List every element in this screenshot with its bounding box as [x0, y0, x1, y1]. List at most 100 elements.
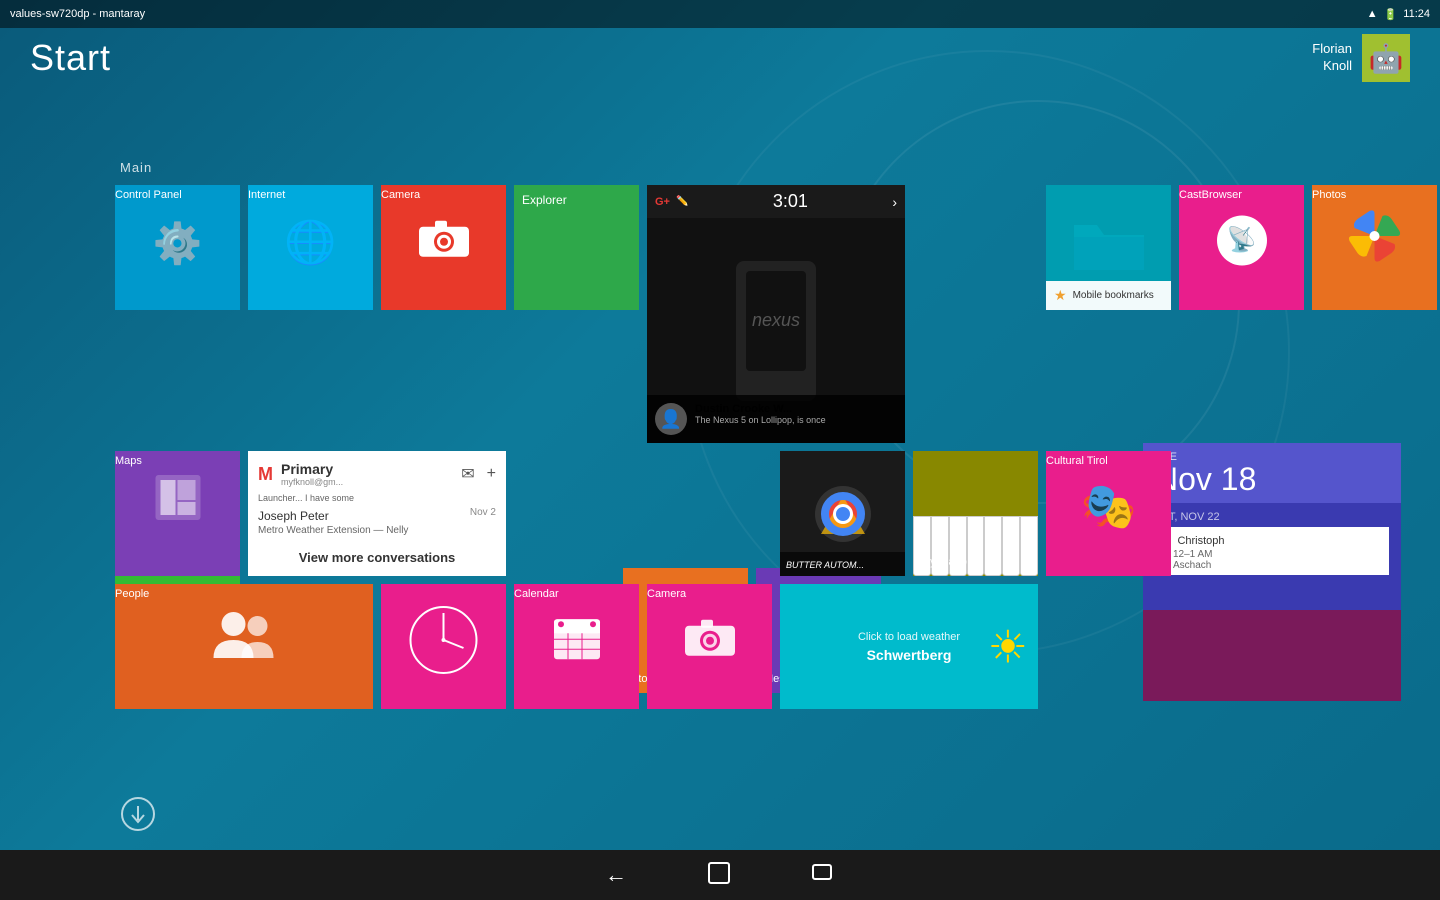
user-profile[interactable]: Florian Knoll 🤖 — [1312, 34, 1410, 82]
nexus-chevron-icon: › — [892, 194, 897, 210]
tile-nexus[interactable]: G+ ✏️ 3:01 › nexus — [647, 185, 905, 443]
view-more-conversations[interactable]: View more conversations — [258, 550, 496, 565]
tile-internet-label: Internet — [248, 189, 285, 201]
nexus-post-content: Dustin Crooke W... The Nexus 5 on Lollip… — [695, 403, 826, 425]
piano-key-6 — [1002, 516, 1020, 576]
nexus-time: 3:01 — [773, 191, 808, 212]
chrome-sublabel: BUTTER AUTOM... — [786, 560, 864, 570]
clock-icon — [406, 603, 481, 683]
nav-bar: ← — [0, 850, 1440, 900]
piano-key-4 — [967, 516, 985, 576]
nexus-avatar-img: 👤 — [660, 409, 682, 430]
tile-clock[interactable] — [381, 584, 506, 709]
nexus-avatar: 👤 — [655, 403, 687, 435]
nexus-author: Dustin Crooke W... — [695, 403, 826, 415]
tile-explorer[interactable]: Explorer — [514, 185, 639, 310]
tile-people-label: People — [115, 588, 149, 600]
clock-display: 11:24 — [1403, 8, 1430, 20]
tile-castbrowser-label: CastBrowser — [1179, 189, 1242, 201]
email-account-info: Primary myfknoll@gm... — [281, 461, 343, 487]
status-bar-left: values-sw720dp - mantaray — [10, 8, 145, 20]
tiles-grid: ⚙️ Control Panel 🌐 Internet Camera — [115, 185, 1437, 717]
tiles-row-2: Maps M Primary myfknoll@gm... ✉ + Launch… — [115, 451, 1437, 576]
piano-key-7 — [1020, 516, 1038, 576]
email-date: Nov 2 — [470, 507, 496, 518]
tile-internet[interactable]: 🌐 Internet — [248, 185, 373, 310]
battery-icon: 🔋 — [1384, 8, 1398, 21]
piano-key-5 — [984, 516, 1002, 576]
download-button[interactable] — [120, 796, 156, 840]
tile-castbrowser[interactable]: 📡 CastBrowser — [1179, 185, 1304, 310]
chrome-label-bar: BUTTER AUTOM... — [780, 552, 905, 576]
email-address: myfknoll@gm... — [281, 477, 343, 487]
tile-maps[interactable]: Maps — [115, 451, 240, 576]
recents-button[interactable] — [811, 863, 835, 888]
email-header: M Primary myfknoll@gm... ✉ + — [258, 461, 496, 487]
photos-icon — [1347, 209, 1402, 269]
nexus-span-placeholder — [514, 451, 772, 576]
people-svg-icon — [212, 608, 277, 663]
bookmarks-label: Mobile bookmarks — [1073, 290, 1154, 301]
status-bar-right: ▲ 🔋 11:24 — [1367, 8, 1430, 21]
download-icon — [120, 796, 156, 832]
calendar-icon — [552, 611, 602, 666]
tile-mypiano[interactable]: My Piano — [913, 451, 1038, 576]
nexus-screen: nexus — [746, 271, 806, 371]
nexus-post-text: The Nexus 5 on Lollipop, is once — [695, 415, 826, 425]
tile-explorer-label: Explorer — [522, 193, 567, 207]
nexus-inner: G+ ✏️ 3:01 › nexus — [647, 185, 905, 443]
tile-camera-2-label: Camera — [647, 588, 686, 600]
nexus-phone: nexus — [736, 261, 816, 401]
email-content: M Primary myfknoll@gm... ✉ + Launcher...… — [248, 451, 506, 576]
tile-spacer-col6 — [913, 185, 1038, 443]
back-button[interactable]: ← — [605, 862, 627, 888]
email-envelope-icon: ✉ — [461, 464, 474, 484]
email-add-icon: + — [487, 465, 496, 483]
nexus-edit-icon: ✏️ — [676, 196, 688, 208]
nexus-top-bar: G+ ✏️ 3:01 › — [647, 185, 905, 218]
tile-people[interactable]: People — [115, 584, 373, 709]
cast-icon-area: 📡 — [1217, 215, 1267, 265]
tile-camera-2[interactable]: Camera — [647, 584, 772, 709]
tile-cultural[interactable]: 🎭 Cultural Tirol — [1046, 451, 1171, 576]
tile-control-panel-label: Control Panel — [115, 189, 182, 201]
home-button[interactable] — [707, 861, 731, 890]
tile-control-panel[interactable]: ⚙️ Control Panel — [115, 185, 240, 310]
maps-icon — [155, 475, 200, 530]
clock-svg — [406, 603, 481, 678]
header: Start Florian Knoll 🤖 — [0, 28, 1440, 88]
tile-photos-label: Photos — [1312, 189, 1346, 201]
tile-email[interactable]: M Primary myfknoll@gm... ✉ + Launcher...… — [248, 451, 506, 576]
tile-calendar-label: Calendar — [514, 588, 559, 600]
maps-icon-area — [155, 475, 200, 535]
email-preview-text: Launcher... I have some — [258, 493, 496, 503]
camera2-svg — [685, 617, 735, 657]
star-icon: ★ — [1054, 287, 1067, 304]
tiles-row-3: People — [115, 584, 1437, 709]
main-label: Main — [120, 160, 152, 175]
tile-maps-label: Maps — [115, 455, 142, 467]
sun-icon: ☀ — [988, 620, 1028, 673]
email-account-label: Primary — [281, 461, 343, 477]
pinwheel-icon — [1347, 209, 1402, 264]
user-name: Florian Knoll — [1312, 41, 1352, 75]
internet-icon: 🌐 — [284, 218, 336, 267]
weather-click-text: Click to load weather — [858, 631, 960, 643]
tile-camera-1[interactable]: Camera — [381, 185, 506, 310]
avatar-icon: 🤖 — [1369, 42, 1404, 75]
tile-folder[interactable]: ★ Mobile bookmarks — [1046, 185, 1171, 310]
tile-mypiano-label: My Piano — [921, 556, 967, 568]
status-bar-app-info: values-sw720dp - mantaray — [10, 8, 145, 20]
tile-weather[interactable]: Click to load weather Schwertberg ☀ — [780, 584, 1038, 709]
email-sender: Joseph Peter — [258, 509, 329, 523]
gmail-icon: M — [258, 464, 273, 485]
tiles-row-1: ⚙️ Control Panel 🌐 Internet Camera — [115, 185, 1437, 443]
calendar-svg — [552, 611, 602, 661]
tile-calendar[interactable]: Calendar — [514, 584, 639, 709]
nexus-status-icons: G+ ✏️ — [655, 196, 688, 208]
tile-photos[interactable]: Photos — [1312, 185, 1437, 310]
folder-icon — [1069, 215, 1149, 280]
home-icon — [707, 861, 731, 885]
camera-icon — [419, 218, 469, 258]
tile-chrome[interactable]: BUTTER AUTOM... — [780, 451, 905, 576]
